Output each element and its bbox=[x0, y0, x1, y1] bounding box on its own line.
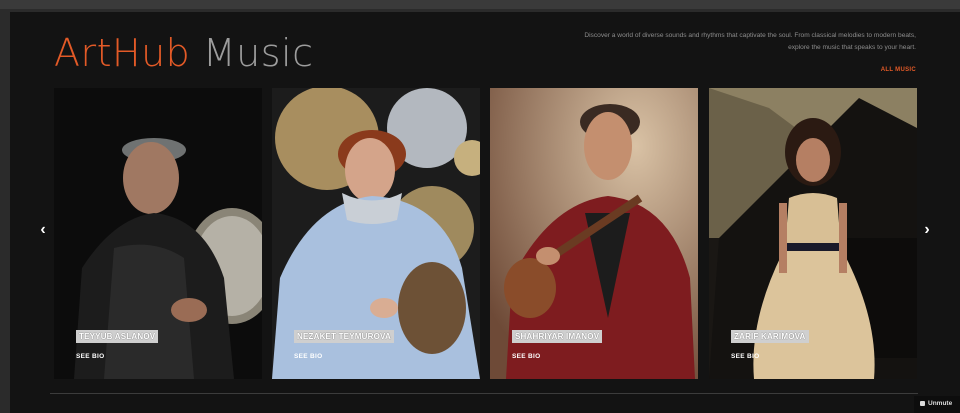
tagline-line-2: explore the music that speaks to your he… bbox=[788, 44, 916, 51]
section-divider bbox=[50, 393, 918, 394]
see-bio-link[interactable]: SEE BIO bbox=[731, 353, 759, 360]
carousel-next-button[interactable]: › bbox=[919, 221, 935, 239]
artist-name: ZARIF KARIMOVA bbox=[731, 330, 809, 343]
see-bio-link[interactable]: SEE BIO bbox=[76, 353, 104, 360]
logo-part-music: Music bbox=[190, 31, 314, 75]
artist-name: TEYYUB ASLANOV bbox=[76, 330, 159, 343]
logo-part-arthub: ArtHub bbox=[54, 31, 191, 75]
unmute-label: Unmute bbox=[928, 400, 953, 407]
speaker-icon bbox=[920, 400, 925, 406]
unmute-button[interactable]: Unmute bbox=[914, 396, 960, 413]
artist-card-nezaket-teymurova[interactable]: NEZAKET TEYMUROVA SEE BIO bbox=[272, 88, 480, 379]
artist-name: NEZAKET TEYMUROVA bbox=[294, 330, 394, 343]
section-tagline: Discover a world of diverse sounds and r… bbox=[476, 30, 916, 54]
artist-card-teyyub-aslanov[interactable]: TEYYUB ASLANOV SEE BIO bbox=[54, 88, 262, 379]
see-bio-link[interactable]: SEE BIO bbox=[294, 353, 322, 360]
site-logo[interactable]: ArtHub Music bbox=[54, 34, 314, 72]
see-bio-link[interactable]: SEE BIO bbox=[512, 353, 540, 360]
artist-card-zarif-karimova[interactable]: ZARIF KARIMOVA SEE BIO bbox=[709, 88, 917, 379]
chevron-left-icon: ‹ bbox=[40, 221, 46, 238]
artist-card-shahriyar-imanov[interactable]: SHAHRIYAR IMANOV SEE BIO bbox=[490, 88, 698, 379]
carousel-prev-button[interactable]: ‹ bbox=[35, 221, 51, 239]
browser-top-bar bbox=[0, 0, 960, 9]
all-music-link[interactable]: ALL MUSIC bbox=[881, 67, 916, 73]
artist-name: SHAHRIYAR IMANOV bbox=[512, 330, 603, 343]
page-frame: ArtHub Music Discover a world of diverse… bbox=[0, 0, 960, 413]
chevron-right-icon: › bbox=[924, 221, 930, 238]
tagline-line-1: Discover a world of diverse sounds and r… bbox=[584, 32, 916, 39]
